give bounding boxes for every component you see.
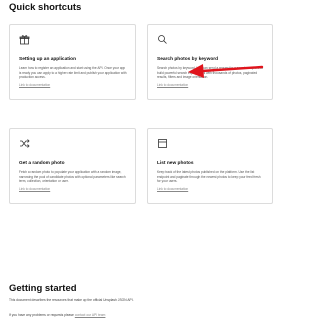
shortcut-card-list-new-photos[interactable]: List new photos Keep track of the latest… [147,128,273,204]
getting-started-description: This document describes the resources th… [9,298,134,302]
image-icon [157,138,168,149]
quick-shortcuts-heading: Quick shortcuts [9,2,82,13]
card-description: Learn how to register an application and… [19,66,127,79]
shortcut-card-random-photo[interactable]: Get a random photo Fetch a random photo … [9,128,136,204]
documentation-link[interactable]: Link to documentation [19,187,127,191]
contact-prefix: If you have any problems or requests ple… [9,313,74,317]
shuffle-icon [19,138,30,149]
search-icon [157,34,168,45]
documentation-link[interactable]: Link to documentation [157,83,264,87]
getting-started-heading: Getting started [9,283,77,294]
shortcut-card-search-photos[interactable]: Search photos by keyword Search photos b… [147,24,273,100]
gift-icon [19,34,30,45]
card-description: Fetch a random photo to populate your ap… [19,170,126,183]
card-description: Keep track of the latest photos publishe… [157,170,261,183]
documentation-link[interactable]: Link to documentation [19,83,127,87]
card-title: Search photos by keyword [157,57,219,62]
contact-line: If you have any problems or requests ple… [9,313,105,317]
card-title: Setting up an application [19,57,77,62]
shortcut-card-setting-up[interactable]: Setting up an application Learn how to r… [9,24,136,100]
documentation-link[interactable]: Link to documentation [157,187,264,191]
card-description: Search photos by keyword. You can send a… [157,66,263,79]
contact-api-team-link[interactable]: contact our API team [75,313,106,317]
card-title: Get a random photo [19,161,65,166]
card-title: List new photos [157,161,194,166]
